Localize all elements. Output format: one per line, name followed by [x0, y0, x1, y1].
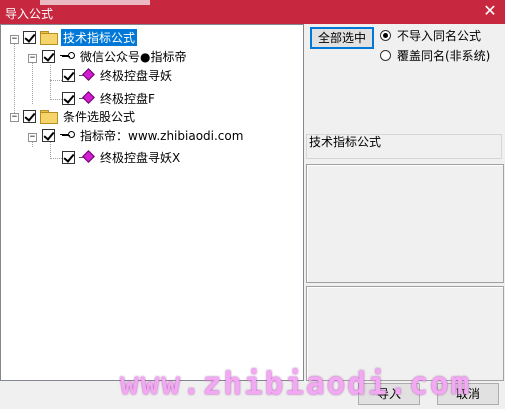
- tree-node-label: 技术指标公式: [61, 28, 138, 46]
- tree-line: [32, 60, 33, 104]
- tree-line: [50, 65, 51, 100]
- tree-node-checkbox[interactable]: [42, 128, 55, 142]
- tree-node-formula[interactable]: 终极控盘F: [62, 89, 157, 107]
- tree-line: [50, 158, 62, 159]
- watermark-text: www.zhibiaodi.com: [120, 366, 472, 402]
- tree-node-label: 终极控盘F: [100, 91, 155, 106]
- tree-node-formula[interactable]: 终极控盘寻妖: [62, 66, 174, 84]
- select-all-button[interactable]: 全部选中: [310, 27, 374, 49]
- tree-node-checkbox[interactable]: [42, 49, 55, 63]
- tree-node-label: 终极控盘寻妖X: [100, 150, 181, 165]
- tree-node-formula[interactable]: 终极控盘寻妖X: [62, 148, 182, 166]
- folder-icon: [40, 30, 58, 45]
- tree-node-wechat-group[interactable]: 微信公众号●指标帝: [42, 47, 188, 65]
- tree-node-label: 微信公众号●指标帝: [80, 49, 187, 64]
- title-bar: 导入公式 ✕: [0, 0, 505, 24]
- tree-node-label: 指标帝：www.zhibiaodi.com: [80, 128, 244, 143]
- tree-node-checkbox[interactable]: [62, 150, 75, 164]
- radio-label: 不导入同名公式: [397, 29, 482, 43]
- formula-tree[interactable]: − 技术指标公式 − 微信公众号●指标帝 终极控盘寻妖 终极控盘F − 条件选股…: [0, 24, 304, 381]
- tree-node-checkbox[interactable]: [62, 91, 75, 105]
- tree-line: [50, 99, 62, 100]
- folder-icon: [40, 109, 58, 124]
- tree-line: [50, 80, 62, 81]
- tree-node-label: 终极控盘寻妖: [100, 68, 173, 83]
- tree-node-checkbox[interactable]: [62, 68, 75, 82]
- radio-skip-duplicates[interactable]: 不导入同名公式: [380, 27, 481, 44]
- formula-icon: [79, 92, 95, 104]
- radio-overwrite[interactable]: 覆盖同名(非系统): [380, 47, 490, 64]
- tree-collapse-toggle[interactable]: −: [10, 35, 19, 44]
- radio-button[interactable]: [380, 50, 391, 61]
- tree-node-site-group[interactable]: 指标帝：www.zhibiaodi.com: [42, 126, 245, 144]
- radio-label: 覆盖同名(非系统): [397, 49, 491, 63]
- formula-description-panel: [306, 164, 504, 283]
- key-icon: [59, 129, 75, 141]
- tree-node-tech-formulas[interactable]: 技术指标公式: [23, 28, 138, 46]
- formula-icon: [79, 69, 95, 81]
- title-bar-strip: [40, 0, 150, 5]
- tree-node-stock-screen[interactable]: 条件选股公式: [23, 107, 137, 125]
- window-title: 导入公式: [5, 7, 54, 21]
- tree-node-label: 条件选股公式: [63, 109, 136, 124]
- tree-collapse-toggle[interactable]: −: [10, 113, 19, 122]
- key-icon: [59, 50, 75, 62]
- tree-collapse-toggle[interactable]: −: [28, 133, 37, 142]
- radio-button[interactable]: [380, 30, 391, 41]
- formula-icon: [79, 151, 95, 163]
- category-label: 技术指标公式: [306, 134, 502, 159]
- tree-node-checkbox[interactable]: [23, 30, 36, 44]
- close-icon[interactable]: ✕: [481, 2, 499, 20]
- tree-node-checkbox[interactable]: [23, 109, 36, 123]
- tree-collapse-toggle[interactable]: −: [28, 54, 37, 63]
- tree-line: [14, 40, 15, 119]
